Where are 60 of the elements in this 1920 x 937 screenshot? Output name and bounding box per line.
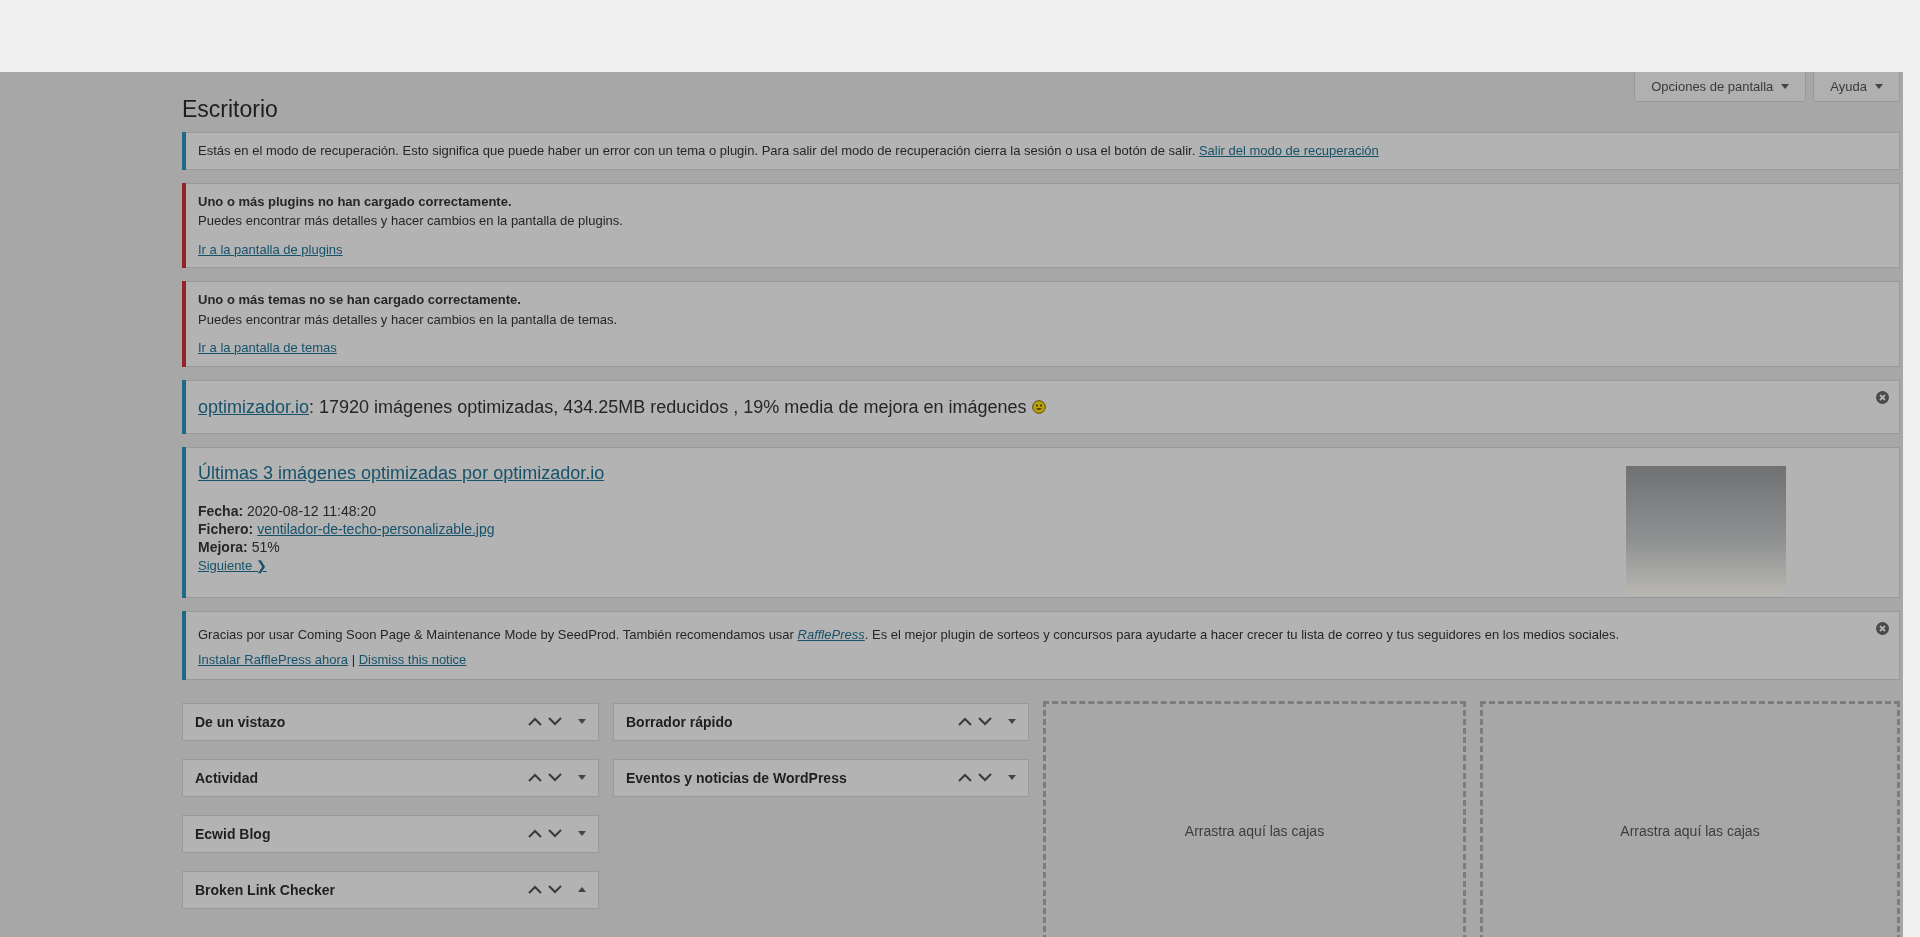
widget-header[interactable]: De un vistazo [182,702,599,741]
chevron-down-icon[interactable] [978,717,992,726]
chevron-down-icon[interactable] [548,829,562,838]
header-button[interactable]: Opciones de pantalla [1634,72,1807,102]
notice-title: Uno o más temas no se han cargado correctamente. [198,291,522,309]
notice-text: Estás en el modo de recuperación. Esto significa que puede haber un error con un tema o plugin. Para salir del modo de recuperación cierra la sesión o usa el botón de salir. Salir del modo de recuperación [198,142,1380,160]
chevron-down-icon[interactable] [548,885,562,894]
chevron-up-icon[interactable] [528,773,542,782]
chevron-up-icon[interactable] [958,773,972,782]
caret-down-icon[interactable] [578,831,586,836]
caret-down-icon[interactable] [578,775,586,780]
field-label: Fichero: [198,520,254,537]
notice-text: Puedes encontrar más detalles y hacer cambios en la pantalla de temas. [198,310,619,329]
field-line: Mejora: 51% [198,537,281,556]
exit-recovery-link[interactable]: Salir del modo de recuperación [1198,143,1379,158]
chevron-down-icon[interactable] [548,773,562,782]
smiley-icon [1031,399,1046,414]
widget-title: Borrador rápido [626,713,734,730]
next-link[interactable]: Siguiente ❯ [198,557,267,573]
widget-title: Eventos y noticias de WordPress [626,769,848,786]
caret-down-icon [1781,84,1790,89]
widget-title: Ecwid Blog [195,825,272,842]
widget-header[interactable]: Broken Link Checker [182,870,599,909]
notice-text: Puedes encontrar más detalles y hacer cambios en la pantalla de plugins. [198,212,624,230]
drop-zone-text: Arrastra aquí las cajas [1184,822,1325,839]
notice-link[interactable]: Ir a la pantalla de plugins [198,241,343,257]
page-title: Escritorio [182,95,278,124]
widget-title: De un vistazo [195,713,287,730]
widget-header[interactable]: Ecwid Blog [182,814,599,853]
file-link[interactable]: ventilador-de-techo-personalizable.jpg [257,520,495,537]
recent-images-link[interactable]: Últimas 3 imágenes optimizadas por optimizador.io [198,460,605,485]
stats-text: : 17920 imágenes optimizadas, 434.25MB reducidos , 19% media de mejora en imágenes [309,396,1027,417]
notice-title: Uno o más plugins no han cargado correctamente. [198,192,513,211]
chevron-up-icon[interactable] [528,717,542,726]
optimizer-link[interactable]: optimizador.io [198,396,310,417]
caret-down-icon[interactable] [1008,719,1016,724]
caret-down-icon[interactable] [1008,775,1016,780]
caret-down-icon[interactable] [578,719,586,724]
widget-title: Actividad [195,769,259,786]
caret-up-icon[interactable] [578,887,586,892]
chevron-down-icon[interactable] [548,717,562,726]
drop-zone-text: Arrastra aquí las cajas [1620,822,1760,839]
notice-link[interactable]: Ir a la pantalla de temas [198,340,337,355]
chevron-up-icon[interactable] [958,717,972,726]
widget-header[interactable]: Eventos y noticias de WordPress [613,758,1029,797]
notice-link[interactable]: Dismiss this notice [358,652,467,667]
field-line: Fecha: 2020-08-12 11:48:20 [198,501,377,520]
chevron-up-icon[interactable] [528,829,542,838]
close-icon[interactable] [1876,390,1889,404]
close-icon[interactable] [1876,621,1889,635]
rafflepress-link[interactable]: RafflePress [797,626,865,642]
chevron-down-icon[interactable] [978,773,992,782]
widget-header[interactable]: Actividad [182,758,599,797]
chevron-up-icon[interactable] [528,885,542,894]
notice-link[interactable]: Instalar RafflePress ahora [198,652,349,667]
widget-title: Broken Link Checker [195,881,337,898]
widget-header[interactable]: Borrador rápido [613,702,1029,741]
caret-down-icon [1875,84,1883,89]
header-button[interactable]: Ayuda [1813,72,1900,102]
link-separator: | [351,652,356,667]
